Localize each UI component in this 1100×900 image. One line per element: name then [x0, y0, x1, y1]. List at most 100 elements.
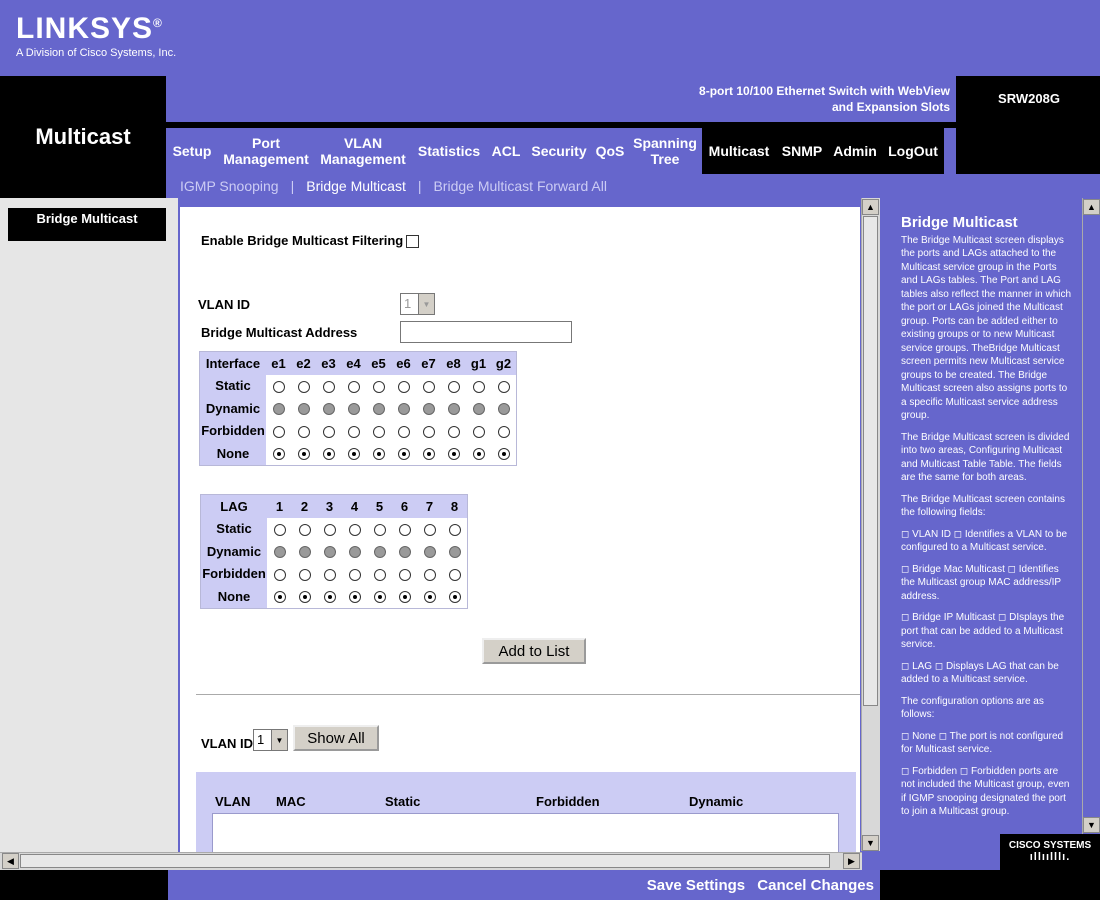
col-g2: g2 — [491, 352, 516, 375]
radio-static[interactable] — [372, 380, 385, 393]
tab-spanning-tree[interactable]: Spanning Tree — [628, 128, 702, 174]
radio-static[interactable] — [497, 380, 510, 393]
radio-dynamic — [298, 546, 311, 559]
leftnav-bridge-multicast[interactable]: Bridge Multicast — [8, 208, 166, 241]
radio-static[interactable] — [297, 380, 310, 393]
scroll-right-icon[interactable]: ▶ — [843, 853, 860, 869]
radio-forbidden[interactable] — [423, 568, 436, 581]
radio-none[interactable] — [423, 591, 436, 604]
radio-none[interactable] — [373, 591, 386, 604]
radio-dynamic — [372, 403, 385, 416]
radio-forbidden[interactable] — [272, 425, 285, 438]
help-scroll-up-icon[interactable]: ▲ — [1083, 199, 1100, 215]
radio-dynamic — [423, 546, 436, 559]
enable-filtering-checkbox[interactable] — [406, 235, 419, 248]
radio-static[interactable] — [348, 523, 361, 536]
tab-snmp[interactable]: SNMP — [776, 128, 828, 174]
radio-static[interactable] — [347, 380, 360, 393]
tab-port-management[interactable]: Port Management — [218, 128, 314, 174]
radio-static[interactable] — [373, 523, 386, 536]
multicast-table-body — [212, 813, 839, 853]
radio-none[interactable] — [422, 448, 435, 461]
radio-dynamic — [323, 546, 336, 559]
cancel-changes-button[interactable]: Cancel Changes — [757, 877, 874, 894]
tab-qos[interactable]: QoS — [592, 128, 628, 174]
footer-actions: Save Settings Cancel Changes — [639, 877, 874, 894]
radio-forbidden[interactable] — [347, 425, 360, 438]
subnav-bridge-multicast-forward-all[interactable]: Bridge Multicast Forward All — [433, 178, 607, 194]
radio-forbidden[interactable] — [373, 568, 386, 581]
radio-none[interactable] — [323, 591, 336, 604]
row-none: None — [200, 442, 516, 465]
radio-static[interactable] — [422, 380, 435, 393]
tab-admin[interactable]: Admin — [828, 128, 882, 174]
radio-forbidden[interactable] — [497, 425, 510, 438]
col-lag-7: 7 — [417, 495, 442, 518]
radio-forbidden[interactable] — [298, 568, 311, 581]
radio-forbidden[interactable] — [323, 568, 336, 581]
row-forbidden: Forbidden — [200, 419, 516, 442]
scroll-up-icon[interactable]: ▲ — [862, 199, 879, 215]
tab-multicast[interactable]: Multicast — [702, 128, 776, 174]
help-scrollbar[interactable] — [1082, 198, 1100, 834]
vertical-scroll-thumb[interactable] — [863, 216, 878, 706]
scroll-left-icon[interactable]: ◀ — [2, 853, 19, 869]
help-scroll-down-icon[interactable]: ▼ — [1083, 817, 1100, 833]
radio-forbidden[interactable] — [297, 425, 310, 438]
subnav-igmp-snooping[interactable]: IGMP Snooping — [180, 178, 279, 194]
save-settings-button[interactable]: Save Settings — [647, 877, 745, 894]
radio-none[interactable] — [297, 448, 310, 461]
horizontal-scroll-thumb[interactable] — [20, 854, 830, 868]
radio-none[interactable] — [372, 448, 385, 461]
radio-forbidden[interactable] — [348, 568, 361, 581]
radio-forbidden[interactable] — [372, 425, 385, 438]
subnav-bridge-multicast[interactable]: Bridge Multicast — [306, 178, 406, 194]
logo-tagline: A Division of Cisco Systems, Inc. — [16, 47, 177, 59]
scroll-down-icon[interactable]: ▼ — [862, 835, 879, 851]
tab-setup[interactable]: Setup — [166, 128, 218, 174]
radio-static[interactable] — [298, 523, 311, 536]
radio-static[interactable] — [423, 523, 436, 536]
tab-vlan-management[interactable]: VLAN Management — [314, 128, 412, 174]
radio-static[interactable] — [448, 523, 461, 536]
radio-none[interactable] — [273, 591, 286, 604]
radio-none[interactable] — [298, 591, 311, 604]
tab-acl[interactable]: ACL — [486, 128, 526, 174]
tab-logout[interactable]: LogOut — [882, 128, 944, 174]
radio-forbidden[interactable] — [398, 568, 411, 581]
vlan-id-select[interactable]: 1 ▼ — [400, 293, 435, 315]
radio-none[interactable] — [272, 448, 285, 461]
radio-static[interactable] — [398, 523, 411, 536]
radio-forbidden[interactable] — [422, 425, 435, 438]
tab-security[interactable]: Security — [526, 128, 592, 174]
radio-none[interactable] — [397, 448, 410, 461]
radio-forbidden[interactable] — [448, 568, 461, 581]
radio-static[interactable] — [273, 523, 286, 536]
radio-static[interactable] — [272, 380, 285, 393]
bridge-multicast-address-input[interactable] — [400, 321, 572, 343]
radio-none[interactable] — [448, 591, 461, 604]
radio-forbidden[interactable] — [397, 425, 410, 438]
col-dynamic: Dynamic — [689, 794, 744, 809]
radio-static[interactable] — [322, 380, 335, 393]
tab-statistics[interactable]: Statistics — [412, 128, 486, 174]
vlan-id-select-2[interactable]: 1 ▼ — [253, 729, 288, 751]
radio-none[interactable] — [347, 448, 360, 461]
radio-forbidden[interactable] — [273, 568, 286, 581]
radio-static[interactable] — [323, 523, 336, 536]
radio-none[interactable] — [348, 591, 361, 604]
radio-none[interactable] — [472, 448, 485, 461]
show-all-button[interactable]: Show All — [293, 725, 379, 751]
radio-static[interactable] — [447, 380, 460, 393]
radio-static[interactable] — [472, 380, 485, 393]
radio-none[interactable] — [398, 591, 411, 604]
radio-static[interactable] — [397, 380, 410, 393]
radio-forbidden[interactable] — [472, 425, 485, 438]
radio-none[interactable] — [322, 448, 335, 461]
radio-none[interactable] — [497, 448, 510, 461]
add-to-list-button[interactable]: Add to List — [482, 638, 586, 664]
radio-forbidden[interactable] — [322, 425, 335, 438]
radio-none[interactable] — [447, 448, 460, 461]
lag-row-forbidden: Forbidden — [201, 562, 467, 585]
radio-forbidden[interactable] — [447, 425, 460, 438]
